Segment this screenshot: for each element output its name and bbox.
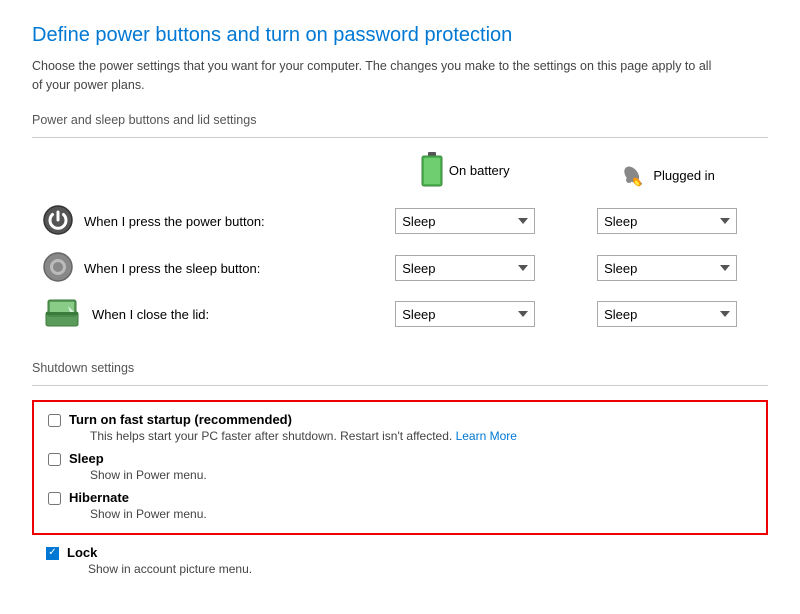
shutdown-item-hibernate: Hibernate Show in Power menu. [48,490,752,521]
lid-icon [42,298,82,328]
section2-divider [32,385,768,386]
table-row: When I close the lid: Do nothingSleepHib… [32,292,768,337]
table-row: When I press the sleep button: Do nothin… [32,245,768,292]
battery-select-row0[interactable]: Do nothingSleepHibernateShut downTurn of… [395,208,535,234]
lock-desc: Show in account picture menu. [88,562,252,576]
pluggedin-header: Plugged in [566,162,768,190]
shutdown-section: Shutdown settings Turn on fast startup (… [32,361,768,576]
fast_startup-checkbox[interactable] [48,414,61,427]
lock-checkbox[interactable] [46,547,59,560]
power-button-icon [42,204,74,239]
row-label: When I press the sleep button: [32,251,364,286]
sleep-button-icon [42,251,74,286]
power-icon [42,204,74,236]
fast_startup-label: Turn on fast startup (recommended) [69,412,517,427]
section2-title: Shutdown settings [32,361,768,375]
battery-icon [421,152,443,190]
sleep-checkbox[interactable] [48,453,61,466]
shutdown-item-sleep: Sleep Show in Power menu. [48,451,752,482]
table-row: When I press the power button: Do nothin… [32,198,768,245]
row-label: When I close the lid: [32,298,364,331]
page-title: Define power buttons and turn on passwor… [32,24,768,47]
pluggedin-label: Plugged in [653,168,714,183]
page-description: Choose the power settings that you want … [32,57,712,95]
battery-select-row2[interactable]: Do nothingSleepHibernateShut downTurn of… [395,301,535,327]
lid-button-icon [42,298,82,331]
plugged-select-row1[interactable]: Do nothingSleepHibernateShut downTurn of… [597,255,737,281]
learn-more-link[interactable]: Learn More [456,429,517,443]
battery-label: On battery [449,163,510,178]
section1-divider [32,137,768,138]
sleep-icon [42,251,74,283]
pluggedin-icon [619,162,647,190]
lock-label: Lock [67,545,252,560]
battery-select-row1[interactable]: Do nothingSleepHibernateShut downTurn of… [395,255,535,281]
hibernate-desc: Show in Power menu. [90,507,207,521]
hibernate-checkbox[interactable] [48,492,61,505]
sleep-label: Sleep [69,451,207,466]
plugged-select-row0[interactable]: Do nothingSleepHibernateShut downTurn of… [597,208,737,234]
fast_startup-desc: This helps start your PC faster after sh… [90,429,517,443]
section1-title: Power and sleep buttons and lid settings [32,113,768,127]
plugged-select-row2[interactable]: Do nothingSleepHibernateShut downTurn of… [597,301,737,327]
battery-header: On battery [364,152,566,190]
shutdown-box: Turn on fast startup (recommended) This … [32,400,768,535]
power-settings-table: On battery Plugged in [32,152,768,337]
row-label: When I press the power button: [32,204,364,239]
sleep-desc: Show in Power menu. [90,468,207,482]
hibernate-label: Hibernate [69,490,207,505]
shutdown-item-fast_startup: Turn on fast startup (recommended) This … [48,412,752,443]
lock-item: Lock Show in account picture menu. [32,545,768,576]
